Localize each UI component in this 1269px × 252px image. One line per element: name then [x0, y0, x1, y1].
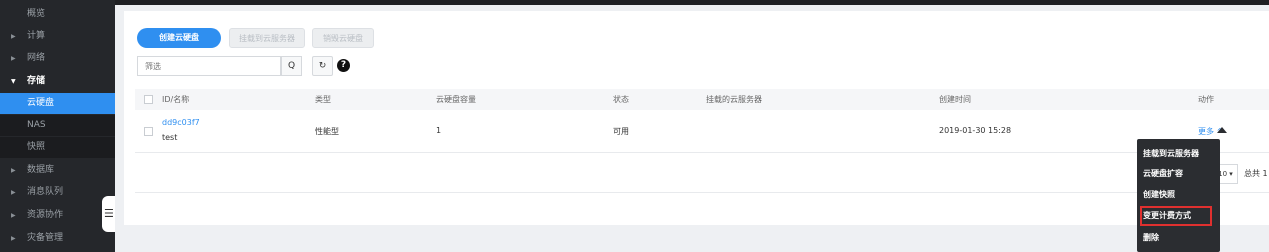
- sidebar-item-disaster-recovery[interactable]: ▶ 灾备管理: [0, 228, 115, 249]
- sidebar-item-label: 数据库: [27, 165, 55, 175]
- destroy-disk-button[interactable]: 销毁云硬盘: [312, 28, 374, 48]
- sidebar-item-label: 快照: [27, 142, 46, 152]
- search-icon[interactable]: Q: [281, 56, 302, 76]
- sidebar: 概览 ▶ 计算 ▶ 网络 ▼ 存储 云硬盘 NAS 快照 ▶ 数据库 ▶ 消息队…: [0, 0, 115, 252]
- menu-item-create-snapshot[interactable]: 创建快照: [1137, 185, 1220, 205]
- created-time: 2019-01-30 15:28: [939, 126, 1012, 135]
- pager-total: 总共 1: [1244, 169, 1268, 178]
- table-header: ID/名称 类型 云硬盘容量 状态 挂载的云服务器 创建时间 动作: [135, 89, 1269, 110]
- disk-capacity: 1: [436, 126, 442, 135]
- sidebar-item-network[interactable]: ▶ 网络: [0, 48, 115, 69]
- sidebar-item-resource-collab[interactable]: ▶ 资源协作: [0, 205, 115, 226]
- menu-collapse-icon: ☰: [104, 207, 114, 220]
- sidebar-item-label: 资源协作: [27, 210, 64, 220]
- col-action: 动作: [1198, 95, 1214, 104]
- caret-right-icon: ▶: [11, 235, 16, 242]
- sidebar-item-label: 消息队列: [27, 187, 64, 197]
- sidebar-item-label: 计算: [27, 31, 46, 41]
- sidebar-item-cloud-disk[interactable]: 云硬盘: [0, 93, 115, 114]
- disk-type: 性能型: [315, 127, 339, 136]
- sidebar-item-label: 网络: [27, 53, 46, 63]
- sidebar-item-label: 存储: [27, 76, 46, 86]
- pagination: 10 ▾ 总共 1: [135, 154, 1269, 193]
- sidebar-item-database[interactable]: ▶ 数据库: [0, 160, 115, 181]
- col-type[interactable]: 类型: [315, 89, 331, 110]
- menu-item-attach-server[interactable]: 挂载到云服务器: [1137, 144, 1220, 164]
- caret-right-icon: ▶: [11, 55, 16, 62]
- sidebar-item-label: 概览: [27, 9, 46, 19]
- menu-item-delete[interactable]: 删除: [1137, 228, 1220, 248]
- filter-input[interactable]: [137, 56, 281, 76]
- col-id-name[interactable]: ID/名称: [162, 89, 189, 110]
- col-server[interactable]: 挂载的云服务器: [706, 89, 762, 110]
- attach-to-server-button[interactable]: 挂载到云服务器: [229, 28, 305, 48]
- sidebar-item-message-queue[interactable]: ▶ 消息队列: [0, 182, 115, 203]
- sidebar-item-compute[interactable]: ▶ 计算: [0, 26, 115, 47]
- refresh-icon[interactable]: ↻: [312, 56, 333, 76]
- caret-down-icon: ▼: [11, 78, 16, 85]
- dropdown-caret: [1217, 127, 1227, 133]
- sidebar-item-nas[interactable]: NAS: [0, 115, 115, 136]
- row-checkbox[interactable]: [144, 127, 153, 136]
- disk-status: 可用: [613, 127, 629, 136]
- caret-right-icon: ▶: [11, 212, 16, 219]
- caret-right-icon: ▶: [11, 33, 16, 40]
- menu-item-change-billing[interactable]: 变更计费方式: [1140, 206, 1212, 226]
- sidebar-collapse-button[interactable]: ☰: [102, 196, 115, 232]
- create-disk-button[interactable]: 创建云硬盘: [137, 28, 221, 48]
- disk-id-link[interactable]: dd9c03f7: [162, 118, 200, 127]
- sidebar-item-storage[interactable]: ▼ 存储: [0, 71, 115, 92]
- disk-name: test: [162, 133, 178, 142]
- main-panel: 创建云硬盘 挂载到云服务器 销毁云硬盘 Q ↻ ? ID/名称 类型 云硬盘容量…: [124, 11, 1269, 225]
- col-created[interactable]: 创建时间: [939, 89, 971, 110]
- top-bar: [0, 0, 1269, 5]
- help-icon[interactable]: ?: [337, 59, 350, 72]
- sidebar-item-label: 灾备管理: [27, 233, 64, 243]
- more-actions-menu: 挂载到云服务器 云硬盘扩容 创建快照 变更计费方式 删除: [1137, 139, 1220, 252]
- caret-right-icon: ▶: [11, 167, 16, 174]
- col-capacity[interactable]: 云硬盘容量: [436, 89, 476, 110]
- sidebar-item-snapshot[interactable]: 快照: [0, 137, 115, 158]
- sidebar-item-overview[interactable]: 概览: [0, 4, 115, 25]
- table-row: dd9c03f7 test 性能型 1 可用 2019-01-30 15:28 …: [135, 110, 1269, 153]
- sidebar-item-label: NAS: [27, 120, 46, 130]
- caret-right-icon: ▶: [11, 189, 16, 196]
- select-all-checkbox[interactable]: [144, 95, 153, 104]
- col-status[interactable]: 状态: [613, 89, 629, 110]
- menu-item-expand-disk[interactable]: 云硬盘扩容: [1137, 164, 1220, 184]
- sidebar-item-label: 云硬盘: [27, 98, 55, 108]
